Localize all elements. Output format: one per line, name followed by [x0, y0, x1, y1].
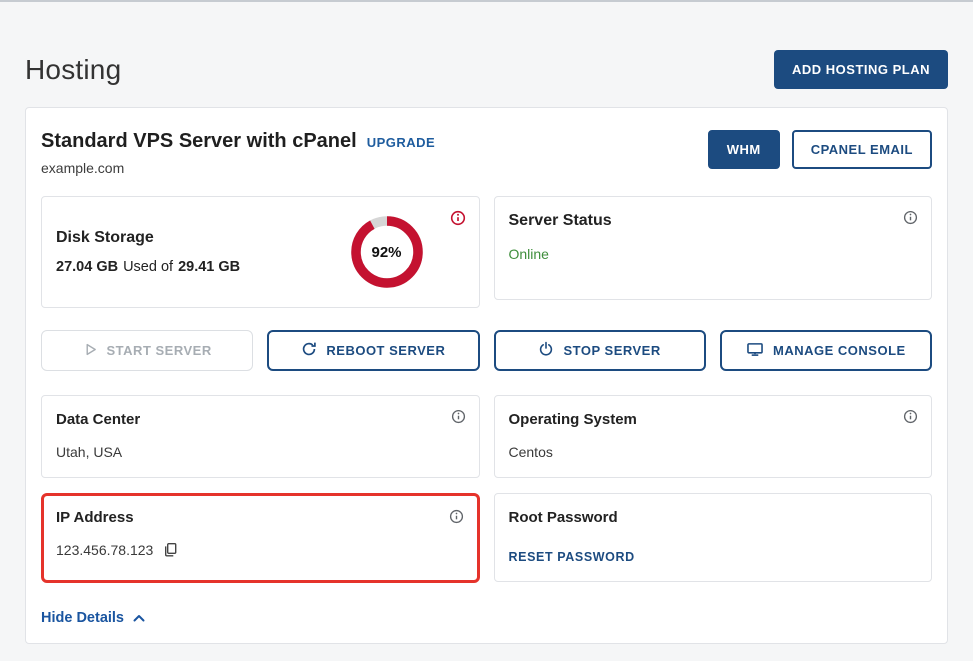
plan-card-header: Standard VPS Server with cPanel UPGRADE … [41, 122, 932, 176]
stop-server-label: STOP SERVER [563, 343, 660, 358]
plan-info: Standard VPS Server with cPanel UPGRADE … [41, 130, 435, 176]
start-server-label: START SERVER [107, 343, 212, 358]
disk-usage-text: 27.04 GB Used of 29.41 GB [56, 259, 240, 275]
status-tiles-row: Disk Storage 27.04 GB Used of 29.41 GB 9… [41, 196, 932, 308]
hosting-page: Hosting ADD HOSTING PLAN Standard VPS Se… [0, 50, 973, 644]
page-header: Hosting ADD HOSTING PLAN [25, 50, 948, 89]
disk-storage-info-icon[interactable] [450, 210, 466, 226]
disk-usage-percent: 92% [347, 212, 427, 292]
ip-address-info-icon[interactable] [449, 509, 464, 524]
disk-total-value: 29.41 GB [178, 259, 240, 275]
hide-details-link[interactable]: Hide Details [41, 610, 145, 626]
monitor-icon [746, 342, 764, 360]
operating-system-title: Operating System [509, 411, 918, 428]
ip-address-title: IP Address [56, 509, 465, 526]
server-status-info-icon[interactable] [903, 210, 918, 225]
card-footer: Hide Details [41, 595, 932, 627]
data-center-value: Utah, USA [56, 444, 465, 460]
data-center-title: Data Center [56, 411, 465, 428]
chevron-up-icon [133, 610, 145, 626]
disk-storage-tile: Disk Storage 27.04 GB Used of 29.41 GB 9… [41, 196, 480, 308]
server-actions-row: START SERVER REBOOT SERVER STOP SERVER M… [41, 330, 932, 371]
ip-address-tile: IP Address 123.456.78.123 [41, 493, 480, 583]
disk-used-value: 27.04 GB [56, 259, 118, 275]
hosting-plan-card: Standard VPS Server with cPanel UPGRADE … [25, 107, 948, 644]
data-center-tile: Data Center Utah, USA [41, 395, 480, 478]
reboot-server-button[interactable]: REBOOT SERVER [267, 330, 479, 371]
manage-console-label: MANAGE CONSOLE [773, 343, 906, 358]
hide-details-label: Hide Details [41, 610, 124, 626]
disk-used-label: Used of [123, 259, 173, 275]
disk-storage-title: Disk Storage [56, 229, 240, 247]
power-icon [538, 341, 554, 360]
reset-password-link[interactable]: RESET PASSWORD [509, 550, 635, 564]
plan-header-buttons: WHM CPANEL EMAIL [708, 130, 932, 169]
server-status-value: Online [509, 246, 918, 262]
manage-console-button[interactable]: MANAGE CONSOLE [720, 330, 932, 371]
page-title: Hosting [25, 54, 121, 86]
upgrade-link[interactable]: UPGRADE [367, 135, 436, 150]
whm-button[interactable]: WHM [708, 130, 780, 169]
play-icon [83, 342, 98, 360]
reboot-server-label: REBOOT SERVER [326, 343, 445, 358]
disk-storage-text: Disk Storage 27.04 GB Used of 29.41 GB [56, 229, 240, 275]
copy-icon[interactable] [163, 542, 178, 558]
plan-title: Standard VPS Server with cPanel [41, 130, 357, 153]
operating-system-value: Centos [509, 444, 918, 460]
plan-domain: example.com [41, 160, 435, 176]
server-status-title: Server Status [509, 212, 918, 230]
refresh-icon [301, 341, 317, 360]
cpanel-email-button[interactable]: CPANEL EMAIL [792, 130, 932, 169]
root-password-title: Root Password [509, 509, 918, 526]
disk-usage-gauge: 92% [347, 212, 427, 292]
add-hosting-plan-button[interactable]: ADD HOSTING PLAN [774, 50, 948, 89]
start-server-button[interactable]: START SERVER [41, 330, 253, 371]
operating-system-info-icon[interactable] [903, 409, 918, 424]
operating-system-tile: Operating System Centos [494, 395, 933, 478]
root-password-tile: Root Password RESET PASSWORD [494, 493, 933, 582]
details-tiles-row-1: Data Center Utah, USA Operating System C… [41, 395, 932, 478]
stop-server-button[interactable]: STOP SERVER [494, 330, 706, 371]
data-center-info-icon[interactable] [451, 409, 466, 424]
server-status-tile: Server Status Online [494, 196, 933, 300]
details-tiles-row-2: IP Address 123.456.78.123 Root Password … [41, 493, 932, 583]
ip-address-value: 123.456.78.123 [56, 542, 153, 558]
